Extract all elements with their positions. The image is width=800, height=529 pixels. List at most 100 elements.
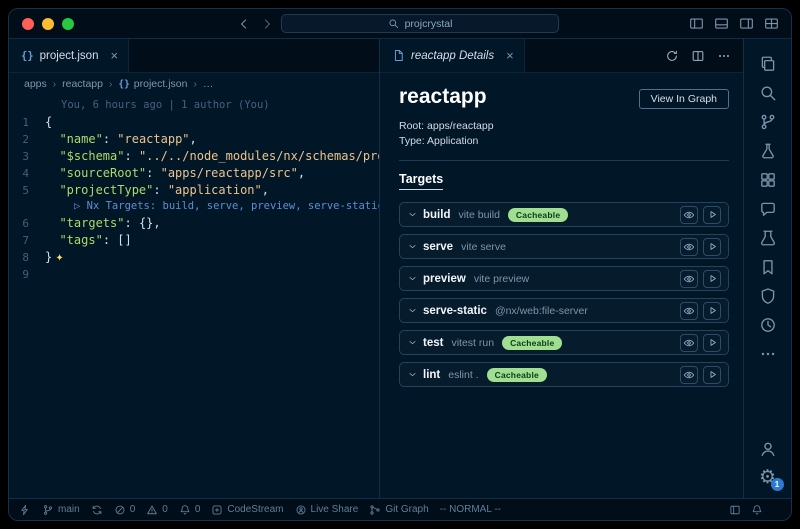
- customize-layout-icon[interactable]: [764, 16, 779, 31]
- breadcrumb-item[interactable]: apps: [24, 78, 47, 90]
- status-live-share[interactable]: Live Share: [295, 504, 359, 516]
- status-notifications[interactable]: [751, 504, 763, 516]
- code-line[interactable]: 3 "$schema": "../../node_modules/nx/sche…: [9, 148, 379, 165]
- code-text: "projectType": "application",: [45, 182, 269, 199]
- code-text: } ✦: [45, 249, 64, 266]
- target-row[interactable]: linteslint .Cacheable: [399, 362, 729, 387]
- status-sync[interactable]: [91, 504, 103, 516]
- titlebar: projcrystal: [9, 9, 791, 39]
- more-actions-icon[interactable]: [717, 49, 731, 63]
- code-line[interactable]: 8} ✦: [9, 249, 379, 266]
- status-label: Live Share: [311, 504, 359, 515]
- view-target-button[interactable]: [680, 238, 698, 256]
- code-line[interactable]: 4 "sourceRoot": "apps/reactapp/src",: [9, 165, 379, 182]
- cacheable-badge: Cacheable: [502, 336, 562, 350]
- status-git-graph[interactable]: Git Graph: [369, 504, 428, 516]
- account-icon[interactable]: [744, 434, 792, 463]
- target-row[interactable]: serve-static@nx/web:file-server: [399, 298, 729, 323]
- editor-actions: [665, 39, 743, 72]
- code-text: "name": "reactapp",: [45, 131, 197, 148]
- error-icon: [114, 504, 126, 516]
- chevron-down-icon[interactable]: [407, 305, 418, 316]
- run-target-button[interactable]: [703, 238, 721, 256]
- target-row[interactable]: servevite serve: [399, 234, 729, 259]
- search-icon[interactable]: [744, 78, 792, 107]
- view-target-button[interactable]: [680, 334, 698, 352]
- target-actions: [680, 302, 721, 320]
- files-icon[interactable]: [744, 49, 792, 78]
- target-row[interactable]: previewvite preview: [399, 266, 729, 291]
- code-line[interactable]: 1{: [9, 114, 379, 131]
- beaker-icon[interactable]: [744, 223, 792, 252]
- view-target-button[interactable]: [680, 206, 698, 224]
- tab-label: project.json: [40, 50, 99, 62]
- line-number: 9: [9, 266, 45, 283]
- source-control-icon[interactable]: [744, 107, 792, 136]
- line-number: 8: [9, 249, 45, 266]
- status-vim-mode[interactable]: -- NORMAL --: [440, 504, 501, 515]
- close-tab-icon[interactable]: ×: [110, 49, 118, 62]
- run-target-button[interactable]: [703, 302, 721, 320]
- run-target-button[interactable]: [703, 270, 721, 288]
- flask-icon[interactable]: [744, 136, 792, 165]
- close-window-button[interactable]: [22, 18, 34, 30]
- breadcrumb-separator: ›: [53, 79, 56, 90]
- chevron-down-icon[interactable]: [407, 241, 418, 252]
- forward-icon[interactable]: [260, 17, 274, 31]
- chat-icon[interactable]: [744, 194, 792, 223]
- status-remote[interactable]: [19, 504, 31, 516]
- code-line[interactable]: 2 "name": "reactapp",: [9, 131, 379, 148]
- status-warnings[interactable]: 0: [146, 504, 168, 516]
- status-errors[interactable]: 0: [114, 504, 136, 516]
- shield-icon[interactable]: [744, 281, 792, 310]
- toggle-panel-icon[interactable]: [714, 16, 729, 31]
- toggle-sidebar-left-icon[interactable]: [689, 16, 704, 31]
- split-editor-icon[interactable]: [691, 49, 705, 63]
- extensions-icon[interactable]: [744, 165, 792, 194]
- code-line[interactable]: 5 "projectType": "application",: [9, 182, 379, 199]
- close-tab-icon[interactable]: ×: [506, 49, 514, 62]
- run-target-button[interactable]: [703, 366, 721, 384]
- zoom-window-button[interactable]: [62, 18, 74, 30]
- status-codestream[interactable]: CodeStream: [211, 504, 283, 516]
- liveshare-icon: [295, 504, 307, 516]
- back-icon[interactable]: [237, 17, 251, 31]
- chevron-down-icon[interactable]: [407, 369, 418, 380]
- run-target-button[interactable]: [703, 334, 721, 352]
- zap-icon: [19, 504, 31, 516]
- chevron-down-icon[interactable]: [407, 209, 418, 220]
- settings-icon[interactable]: ⚙1: [744, 463, 792, 492]
- history-icon[interactable]: [744, 310, 792, 339]
- minimize-window-button[interactable]: [42, 18, 54, 30]
- target-row[interactable]: buildvite buildCacheable: [399, 202, 729, 227]
- code-line[interactable]: 7 "tags": []: [9, 232, 379, 249]
- view-target-button[interactable]: [680, 366, 698, 384]
- more-icon[interactable]: [744, 339, 792, 368]
- breadcrumb-item[interactable]: {}project.json: [118, 78, 187, 90]
- nx-targets-codelens[interactable]: ▷ Nx Targets: build, serve, preview, ser…: [9, 199, 379, 215]
- chevron-down-icon[interactable]: [407, 273, 418, 284]
- code-line[interactable]: 6 "targets": {},: [9, 215, 379, 232]
- chevron-down-icon[interactable]: [407, 337, 418, 348]
- code-area[interactable]: You, 6 hours ago | 1 author (You)1{2 "na…: [9, 95, 379, 498]
- target-row[interactable]: testvitest runCacheable: [399, 330, 729, 355]
- toggle-sidebar-right-icon[interactable]: [739, 16, 754, 31]
- tab-reactapp-details[interactable]: reactapp Details ×: [380, 39, 525, 72]
- tab-project-json[interactable]: {} project.json ×: [9, 39, 129, 72]
- breadcrumb-item[interactable]: …: [203, 78, 214, 90]
- gitlens-blame-lens[interactable]: You, 6 hours ago | 1 author (You): [9, 98, 379, 114]
- view-in-graph-button[interactable]: View In Graph: [639, 89, 729, 109]
- status-alerts[interactable]: 0: [179, 504, 201, 516]
- command-center[interactable]: projcrystal: [281, 14, 559, 33]
- bookmark-icon[interactable]: [744, 252, 792, 281]
- code-line[interactable]: 9: [9, 266, 379, 283]
- view-target-button[interactable]: [680, 302, 698, 320]
- status-editor-layout[interactable]: [729, 504, 741, 516]
- view-target-button[interactable]: [680, 270, 698, 288]
- breadcrumb-item[interactable]: reactapp: [62, 78, 103, 90]
- refresh-icon[interactable]: [665, 49, 679, 63]
- status-label: 0: [162, 504, 168, 515]
- line-number: 4: [9, 165, 45, 182]
- status-branch[interactable]: main: [42, 504, 80, 516]
- run-target-button[interactable]: [703, 206, 721, 224]
